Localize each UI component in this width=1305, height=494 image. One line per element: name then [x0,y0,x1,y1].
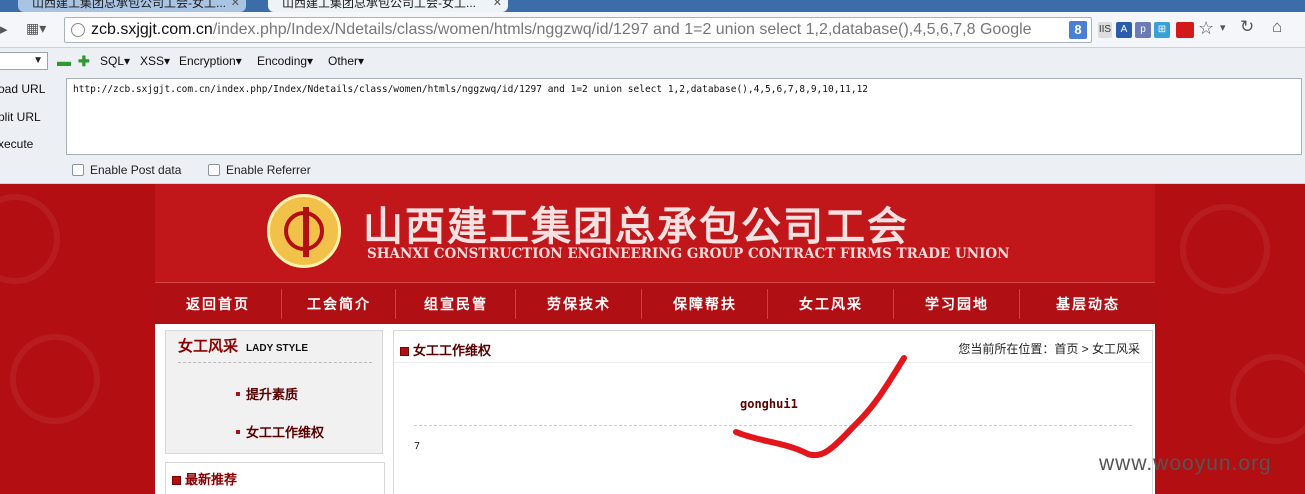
browser-tab[interactable]: 山西建工集团总承包公司工会-女工... ✕ [18,0,246,12]
nav-divider [281,289,282,319]
watermark: www.wooyun.org [1099,452,1272,475]
nav-home[interactable]: 返回首页 [155,283,281,325]
hackbar-url-textarea[interactable]: http://zcb.sxjgjt.com.cn/index.php/Index… [66,78,1302,155]
section-title-label: 女工工作维权 [413,343,492,358]
menu-other[interactable]: Other▾ [328,54,364,68]
recommend-label: 最新推荐 [185,472,238,487]
square-bullet-icon [172,476,181,485]
enable-post-checkbox[interactable]: Enable Post data [72,163,181,177]
annotation-scribble [733,355,907,459]
recommend-title: 最新推荐 [172,469,237,488]
background-pattern [1180,204,1270,294]
hackbar: ▼ ▬ ✚ SQL▾ XSS▾ Encryption▾ Encoding▾ Ot… [0,48,1305,184]
browser-toolbar: ▸ ▦▾ zcb.sxjgjt.com.cn/index.php/Index/N… [0,12,1305,48]
split-url-button[interactable]: plit URL [0,110,41,124]
background-pattern [10,334,100,424]
enable-referrer-checkbox[interactable]: Enable Referrer [208,163,311,177]
sidebar-title-cn: 女工风采 [178,338,239,355]
nav-divider [641,289,642,319]
tab-title: 山西建工集团总承包公司工会-女工... [282,0,476,10]
nav-propaganda[interactable]: 组宣民管 [397,283,515,325]
square-bullet-icon [400,347,409,356]
nav-divider [515,289,516,319]
nav-divider [395,289,396,319]
menu-sql[interactable]: SQL▾ [100,54,130,68]
execute-button[interactable]: xecute [0,137,33,151]
checkbox-icon [208,164,220,176]
recommend-box: 最新推荐 [165,462,385,494]
logo-bar [303,207,309,257]
enable-post-label: Enable Post data [90,163,182,177]
nav-divider [767,289,768,319]
breadcrumb[interactable]: 您当前所在位置：首页 > 女工风采 [958,340,1140,357]
nav-grassroots[interactable]: 基层动态 [1021,283,1155,325]
sidebar-title: 女工风采 LADY STYLE [178,335,308,356]
sidebar-box: 女工风采 LADY STYLE 提升素质 女工工作维权 [165,330,383,454]
url-text[interactable]: zcb.sxjgjt.com.cn/index.php/Index/Ndetai… [91,21,1032,39]
star-icon[interactable]: ☆ [1198,18,1214,39]
back-icon[interactable]: ▸ [0,20,8,38]
iis-extension-icon[interactable]: IIS [1098,22,1112,38]
url-host: zcb.sxjgjt.com.cn [91,21,213,38]
windows-extension-icon[interactable]: ⊞ [1154,22,1170,38]
tab-strip: 山西建工集团总承包公司工会-女工... ✕ 山西建工集团总承包公司工会-女工..… [0,0,1305,12]
bullet-icon [236,392,240,396]
bullet-icon [236,430,240,434]
checkbox-icon [72,164,84,176]
tab-title: 山西建工集团总承包公司工会-女工... [32,0,226,10]
sidebar-link[interactable]: 提升素质 [236,384,298,403]
hackbar-select[interactable]: ▼ [0,52,48,70]
load-url-button[interactable]: oad URL [0,82,45,96]
nav-labor[interactable]: 劳保技术 [517,283,641,325]
menu-encoding[interactable]: Encoding▾ [257,54,313,68]
asp-extension-icon[interactable]: A [1116,22,1132,38]
apps-icon[interactable]: ▦▾ [26,20,46,37]
site-banner: 山西建工集团总承包公司工会 SHANXI CONSTRUCTION ENGINE… [155,184,1155,282]
sidebar-subtitle: LADY STYLE [246,343,309,354]
nav-support[interactable]: 保障帮扶 [643,283,767,325]
close-icon[interactable]: ✕ [493,0,502,12]
chevron-down-icon[interactable]: ▾ [1220,21,1226,34]
browser-tab-active[interactable]: 山西建工集团总承包公司工会-女工... ✕ [268,0,508,12]
hackbar-query: http://zcb.sxjgjt.com.cn/index.php/Index… [73,84,869,95]
nav-study[interactable]: 学习园地 [895,283,1019,325]
globe-icon [71,23,85,37]
background-pattern [0,194,60,284]
menu-encryption[interactable]: Encryption▾ [179,54,242,68]
plus-icon[interactable]: ✚ [78,53,90,70]
site-subtitle: SHANXI CONSTRUCTION ENGINEERING GROUP CO… [367,246,1010,262]
flag-extension-icon[interactable] [1176,22,1194,38]
url-path: /index.php/Index/Ndetails/class/women/ht… [212,21,1032,38]
background-pattern [1230,354,1305,444]
enable-referrer-label: Enable Referrer [226,163,311,177]
sidebar-link-label: 提升素质 [246,387,299,402]
divider [178,362,372,363]
minus-icon[interactable]: ▬ [57,53,71,69]
sidebar-link[interactable]: 女工工作维权 [236,422,324,441]
article-value: 7 [414,441,421,452]
close-icon[interactable]: ✕ [231,0,240,12]
page-content: 女工风采 LADY STYLE 提升素质 女工工作维权 最新推荐 女工工作维权 您… [155,324,1155,494]
union-logo-icon [267,194,341,268]
home-icon[interactable]: ⌂ [1272,17,1282,37]
reload-icon[interactable]: ↻ [1240,17,1254,37]
php-extension-icon[interactable]: p [1135,22,1151,38]
main-nav: 返回首页 工会简介 组宣民管 劳保技术 保障帮扶 女工风采 学习园地 基层动态 [155,282,1155,324]
web-page: 山西建工集团总承包公司工会 SHANXI CONSTRUCTION ENGINE… [0,184,1305,494]
sidebar-link-label: 女工工作维权 [246,425,325,440]
chevron-down-icon: ▼ [33,55,43,66]
section-title: 女工工作维权 [400,340,491,359]
site-title: 山西建工集团总承包公司工会 [363,203,909,250]
nav-women[interactable]: 女工风采 [769,283,893,325]
google-icon[interactable]: 8 [1069,21,1087,39]
nav-divider [893,289,894,319]
menu-xss[interactable]: XSS▾ [140,54,170,68]
address-bar[interactable]: zcb.sxjgjt.com.cn/index.php/Index/Ndetai… [64,17,1092,43]
nav-intro[interactable]: 工会简介 [283,283,395,325]
nav-divider [1019,289,1020,319]
